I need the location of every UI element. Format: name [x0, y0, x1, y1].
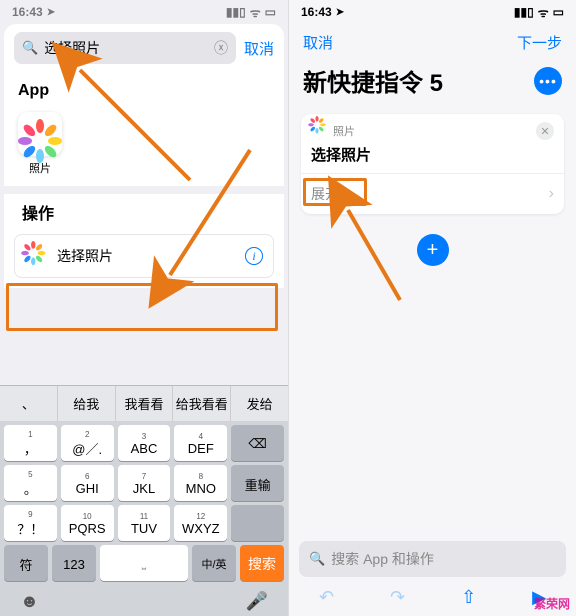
search-icon: 🔍 [22, 40, 38, 56]
nav-next[interactable]: 下一步 [517, 32, 562, 53]
photos-mini-icon [25, 245, 47, 267]
nav-bar: 取消 下一步 [289, 24, 576, 61]
expand-label: 展开 [311, 184, 339, 204]
search-input[interactable]: 🔍 选择照片 ⓧ [14, 32, 236, 64]
mic-icon[interactable]: 🎤 [246, 591, 268, 612]
cancel-button[interactable]: 取消 [244, 38, 274, 59]
redo-icon[interactable]: ↷ [390, 587, 405, 608]
status-time: 16:43 [301, 5, 332, 19]
search-icon: 🔍 [309, 551, 325, 567]
keyboard-bottom: ☻ 🎤 [0, 585, 288, 616]
search-key[interactable]: 搜索 [240, 545, 284, 581]
key[interactable]: 10PQRS [61, 505, 114, 541]
battery-icon: ▭ [553, 5, 564, 19]
key[interactable]: 2@／. [61, 425, 114, 461]
key[interactable]: 8MNO [174, 465, 227, 501]
section-actions-label: 操作 [8, 194, 280, 230]
close-icon[interactable]: ✕ [536, 122, 554, 140]
key[interactable]: 7JKL [118, 465, 171, 501]
space-key[interactable]: ⎵ [100, 545, 188, 581]
keyboard[interactable]: 、 给我 我看看 给我看看 发给 1， 2@／. 3ABC 4DEF ⌫ 5。 … [0, 385, 288, 616]
app-photos[interactable]: 照片 [18, 112, 62, 176]
key[interactable]: 5。 [4, 465, 57, 501]
action-card: 照片 ✕ 选择照片 展开 › [301, 114, 564, 214]
clear-icon[interactable]: ⓧ [214, 38, 228, 58]
location-icon: ➤ [336, 7, 344, 18]
expand-row[interactable]: 展开 › [301, 173, 564, 214]
battery-icon: ▭ [265, 5, 276, 19]
search-text: 选择照片 [44, 38, 100, 58]
share-icon[interactable]: ⇧ [461, 587, 476, 608]
backspace-key[interactable]: ⌫ [231, 425, 284, 461]
number-key[interactable]: 123 [52, 545, 96, 581]
status-bar: 16:43 ➤ ▮▮▯ ᯤ ▭ [289, 0, 576, 24]
key[interactable]: 1， [4, 425, 57, 461]
key[interactable]: 4DEF [174, 425, 227, 461]
page-title: 新快捷指令 5 [303, 63, 443, 98]
photos-mini-icon [311, 123, 327, 139]
signal-icon: ▮▮▯ [226, 5, 246, 19]
card-app-label: 照片 [333, 123, 355, 139]
chevron-right-icon: › [549, 185, 554, 203]
action-label: 选择照片 [57, 246, 113, 266]
suggestion[interactable]: 给我 [58, 386, 116, 421]
app-results: 照片 [4, 106, 284, 186]
info-icon[interactable]: i [245, 247, 263, 265]
title-row: 新快捷指令 5 ••• [289, 61, 576, 108]
suggestion[interactable]: 、 [0, 386, 58, 421]
watermark-brand: 繁荣网 [534, 595, 570, 612]
key[interactable]: 11TUV [118, 505, 171, 541]
undo-icon[interactable]: ↶ [319, 587, 334, 608]
blank-key[interactable] [231, 505, 284, 541]
section-app-label: App [4, 72, 284, 106]
lang-key[interactable]: 中/英 [192, 545, 236, 581]
wifi-icon: ᯤ [250, 4, 261, 21]
wifi-icon: ᯤ [538, 4, 549, 21]
suggestion-row: 、 给我 我看看 给我看看 发给 [0, 385, 288, 421]
status-time: 16:43 [12, 5, 43, 19]
reinput-key[interactable]: 重输 [231, 465, 284, 501]
action-select-photo[interactable]: 选择照片 i [14, 234, 274, 278]
location-icon: ➤ [47, 7, 55, 18]
key[interactable]: 12WXYZ [174, 505, 227, 541]
key[interactable]: 6GHI [61, 465, 114, 501]
signal-icon: ▮▮▯ [514, 5, 534, 19]
symbol-key[interactable]: 符 [4, 545, 48, 581]
search-actions-input[interactable]: 🔍 搜索 App 和操作 [299, 541, 566, 577]
nav-cancel[interactable]: 取消 [303, 32, 333, 53]
suggestion[interactable]: 发给 [231, 386, 288, 421]
status-bar: 16:43 ➤ ▮▮▯ ᯤ ▭ [0, 0, 288, 24]
suggestion[interactable]: 我看看 [116, 386, 174, 421]
add-action-button[interactable]: + [417, 234, 449, 266]
search-row: 🔍 选择照片 ⓧ 取消 [4, 24, 284, 72]
card-title: 选择照片 [301, 142, 564, 173]
emoji-icon[interactable]: ☻ [20, 591, 39, 612]
key[interactable]: 9？！ [4, 505, 57, 541]
status-icons: ▮▮▯ ᯤ ▭ [226, 4, 276, 21]
suggestion[interactable]: 给我看看 [173, 386, 231, 421]
status-icons: ▮▮▯ ᯤ ▭ [514, 4, 564, 21]
more-button[interactable]: ••• [534, 67, 562, 95]
key[interactable]: 3ABC [118, 425, 171, 461]
search-placeholder: 搜索 App 和操作 [331, 549, 434, 569]
photos-app-icon [18, 112, 62, 156]
toolbar: ↶ ↷ ⇧ ▶ [299, 577, 566, 616]
